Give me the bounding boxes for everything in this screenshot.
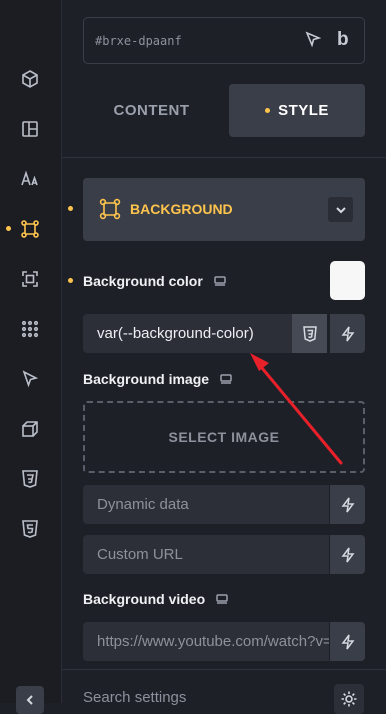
element-id-text: #brxe-dpaanf [95, 34, 182, 48]
divider [62, 157, 386, 158]
modified-indicator [265, 108, 271, 113]
select-image-button[interactable]: SELECT IMAGE [83, 401, 365, 473]
database-icon[interactable] [219, 372, 233, 386]
tab-style-label: STYLE [278, 102, 329, 119]
collapse-section-button[interactable] [328, 197, 353, 222]
dynamic-data-button[interactable] [330, 485, 365, 524]
dynamic-data-input[interactable]: Dynamic data [83, 485, 329, 524]
html5-icon[interactable] [15, 514, 45, 544]
bricks-logo-icon[interactable]: b [337, 29, 349, 51]
layout-icon[interactable] [15, 114, 45, 144]
dynamic-data-placeholder: Dynamic data [97, 496, 189, 513]
background-color-label: Background color [83, 273, 227, 289]
search-settings-input[interactable]: Search settings [83, 689, 186, 706]
dynamic-data-button[interactable] [330, 535, 365, 574]
css3-icon[interactable] [15, 464, 45, 494]
lightning-icon [341, 547, 354, 562]
section-modified-indicator [68, 206, 73, 211]
background-video-placeholder: https://www.youtube.com/watch?v=... [97, 633, 329, 650]
background-image-label-text: Background image [83, 371, 210, 387]
database-icon[interactable] [215, 592, 229, 606]
dynamic-data-button[interactable] [330, 314, 365, 353]
background-icon[interactable] [15, 214, 45, 244]
style-panel: #brxe-dpaanf b CONTENT STYLE BACKGROUND … [62, 0, 386, 714]
css-variable-button[interactable] [292, 314, 327, 353]
tab-content[interactable]: CONTENT [83, 84, 220, 137]
section-title: BACKGROUND [130, 201, 233, 217]
background-video-label: Background video [83, 591, 229, 607]
dynamic-data-button[interactable] [330, 622, 365, 661]
active-indicator [6, 226, 11, 231]
background-video-label-text: Background video [83, 591, 206, 607]
grid-dots-icon[interactable] [15, 314, 45, 344]
select-image-label: SELECT IMAGE [168, 429, 280, 445]
background-video-input[interactable]: https://www.youtube.com/watch?v=... [83, 622, 329, 661]
typography-icon[interactable] [15, 164, 45, 194]
background-color-input[interactable]: var(--background-color) [83, 314, 292, 353]
collapse-sidebar-button[interactable] [16, 686, 44, 714]
background-icon [98, 197, 122, 221]
tab-content-label: CONTENT [113, 102, 190, 119]
lightning-icon [341, 634, 354, 649]
lightning-icon [341, 326, 354, 341]
background-color-value: var(--background-color) [97, 325, 254, 342]
background-color-label-text: Background color [83, 273, 203, 289]
transform-3d-icon[interactable] [15, 414, 45, 444]
css3-icon [302, 325, 317, 342]
pointer-icon[interactable] [15, 364, 45, 394]
custom-url-placeholder: Custom URL [97, 546, 183, 563]
settings-button[interactable] [334, 684, 364, 714]
element-id-field[interactable]: #brxe-dpaanf b [83, 17, 365, 64]
cube-icon[interactable] [15, 64, 45, 94]
custom-url-input[interactable]: Custom URL [83, 535, 329, 574]
gear-icon [341, 691, 357, 707]
background-image-label: Background image [83, 371, 233, 387]
lightning-icon [341, 497, 354, 512]
chevron-left-icon [26, 695, 33, 705]
background-section-header[interactable]: BACKGROUND [83, 178, 365, 241]
divider [62, 669, 386, 670]
tab-style[interactable]: STYLE [229, 84, 365, 137]
color-modified-indicator [68, 278, 73, 283]
border-icon[interactable] [15, 264, 45, 294]
icon-sidebar [0, 0, 62, 714]
database-icon[interactable] [213, 274, 227, 288]
chevron-down-icon [335, 206, 346, 213]
cursor-icon[interactable] [305, 31, 323, 49]
color-swatch[interactable] [330, 261, 365, 300]
